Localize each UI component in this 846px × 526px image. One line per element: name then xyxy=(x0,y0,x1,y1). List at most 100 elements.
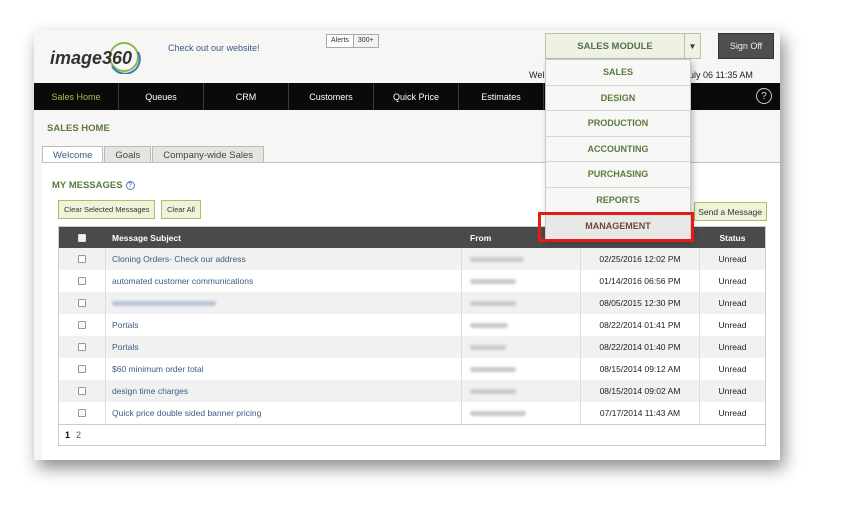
message-date: 02/25/2016 12:02 PM xyxy=(581,248,700,270)
sender-name-redacted xyxy=(462,270,581,292)
nav-customers[interactable]: Customers xyxy=(289,83,374,110)
sign-off-button[interactable]: Sign Off xyxy=(718,33,774,59)
message-subject-link[interactable]: design time charges xyxy=(106,380,462,402)
table-row[interactable]: $60 minimum order total 08/15/2014 09:12… xyxy=(59,358,765,380)
row-checkbox-cell xyxy=(59,380,106,402)
message-subject-link[interactable]: $60 minimum order total xyxy=(106,358,462,380)
message-status: Unread xyxy=(718,364,747,374)
table-row[interactable]: design time charges 08/15/2014 09:02 AM … xyxy=(59,380,765,402)
message-subject-link[interactable]: Portals xyxy=(106,336,462,358)
row-checkbox-cell xyxy=(59,402,106,424)
messages-table: Message Subject From Date/Time Status Cl… xyxy=(58,226,766,446)
message-status: Unread xyxy=(718,254,747,264)
message-subject-link[interactable]: Cloning Orders- Check our address xyxy=(106,248,462,270)
menu-item-reports[interactable]: REPORTS xyxy=(546,187,690,213)
clear-all-button[interactable]: Clear All xyxy=(161,200,201,219)
menu-item-design[interactable]: DESIGN xyxy=(546,85,690,111)
message-status: Unread xyxy=(718,408,747,418)
page-2-link[interactable]: 2 xyxy=(76,430,81,440)
nav-queues[interactable]: Queues xyxy=(119,83,204,110)
message-date: 07/17/2014 11:43 AM xyxy=(581,402,700,424)
image360-logo[interactable]: image360 xyxy=(48,40,144,74)
send-message-button[interactable]: Send a Message xyxy=(694,202,767,221)
message-subject-link[interactable]: Portals xyxy=(106,314,462,336)
message-date: 08/22/2014 01:40 PM xyxy=(581,336,700,358)
row-checkbox[interactable] xyxy=(78,255,86,263)
table-row[interactable]: automated customer communications 01/14/… xyxy=(59,270,765,292)
row-checkbox-cell xyxy=(59,248,106,270)
tab-goals[interactable]: Goals xyxy=(104,146,152,163)
table-row[interactable]: 08/05/2015 12:30 PM Unread xyxy=(59,292,765,314)
screenshot-stage: image360 Check out our website! Alerts 3… xyxy=(0,0,846,526)
nav-quick-price[interactable]: Quick Price xyxy=(374,83,459,110)
sender-name-redacted xyxy=(462,314,581,336)
row-checkbox[interactable] xyxy=(78,409,86,417)
alerts-badge[interactable]: Alerts 300+ xyxy=(326,34,379,48)
subject-redacted xyxy=(112,300,216,306)
table-row[interactable]: Portals 08/22/2014 01:40 PM Unread xyxy=(59,336,765,358)
message-status: Unread xyxy=(718,320,747,330)
message-date: 08/22/2014 01:41 PM xyxy=(581,314,700,336)
table-row[interactable]: Cloning Orders- Check our address 02/25/… xyxy=(59,248,765,270)
alerts-label: Alerts xyxy=(331,37,349,44)
row-checkbox[interactable] xyxy=(78,365,86,373)
row-checkbox[interactable] xyxy=(78,321,86,329)
sender-name-redacted xyxy=(462,402,581,424)
module-select[interactable]: SALES MODULE ▼ xyxy=(545,33,701,59)
column-header-subject[interactable]: Message Subject xyxy=(106,227,462,248)
row-checkbox-cell xyxy=(59,336,106,358)
row-checkbox[interactable] xyxy=(78,387,86,395)
date-time-text: uly 06 11:35 AM xyxy=(689,70,753,80)
row-checkbox-cell xyxy=(59,270,106,292)
row-checkbox[interactable] xyxy=(78,277,86,285)
tab-bar: Welcome Goals Company-wide Sales xyxy=(42,146,265,163)
module-dropdown-menu: SALES DESIGN PRODUCTION ACCOUNTING PURCH… xyxy=(545,59,691,240)
tab-company-wide-sales[interactable]: Company-wide Sales xyxy=(152,146,265,163)
message-date: 08/15/2014 09:02 AM xyxy=(581,380,700,402)
row-checkbox-cell xyxy=(59,292,106,314)
svg-text:image360: image360 xyxy=(50,48,132,68)
message-status: Unread xyxy=(718,342,747,352)
tab-welcome[interactable]: Welcome xyxy=(42,146,104,163)
message-subject-link[interactable] xyxy=(106,292,462,314)
messages-heading: MY MESSAGES ? xyxy=(52,180,135,191)
row-checkbox-cell xyxy=(59,358,106,380)
welcome-text: Wel xyxy=(529,70,545,80)
column-header-status[interactable]: Status xyxy=(700,227,765,248)
message-status: Unread xyxy=(718,386,747,396)
table-row[interactable]: Portals 08/22/2014 01:41 PM Unread xyxy=(59,314,765,336)
menu-item-management[interactable]: MANAGEMENT xyxy=(546,213,690,239)
menu-item-accounting[interactable]: ACCOUNTING xyxy=(546,136,690,162)
message-subject-link[interactable]: Quick price double sided banner pricing xyxy=(106,402,462,424)
select-all-cell xyxy=(59,227,106,248)
clear-selected-button[interactable]: Clear Selected Messages xyxy=(58,200,156,219)
sender-name-redacted xyxy=(462,380,581,402)
message-date: 01/14/2016 06:56 PM xyxy=(581,270,700,292)
menu-item-purchasing[interactable]: PURCHASING xyxy=(546,162,690,188)
sender-name-redacted xyxy=(462,336,581,358)
module-select-value: SALES MODULE xyxy=(577,40,653,52)
row-checkbox[interactable] xyxy=(78,299,86,307)
nav-estimates[interactable]: Estimates xyxy=(459,83,544,110)
page-title: SALES HOME xyxy=(47,123,110,134)
alerts-count: 300+ xyxy=(352,35,378,47)
row-checkbox[interactable] xyxy=(78,343,86,351)
menu-item-sales[interactable]: SALES xyxy=(546,60,690,86)
sender-name-redacted xyxy=(462,292,581,314)
chevron-down-icon[interactable]: ▼ xyxy=(684,34,700,58)
menu-item-production[interactable]: PRODUCTION xyxy=(546,111,690,137)
nav-crm[interactable]: CRM xyxy=(204,83,289,110)
nav-sales-home[interactable]: Sales Home xyxy=(34,83,119,110)
messages-title: MY MESSAGES xyxy=(52,180,123,191)
help-icon[interactable]: ? xyxy=(756,88,772,104)
table-row[interactable]: Quick price double sided banner pricing … xyxy=(59,402,765,424)
website-link[interactable]: Check out our website! xyxy=(168,43,260,53)
message-subject-link[interactable]: automated customer communications xyxy=(106,270,462,292)
help-icon[interactable]: ? xyxy=(125,181,135,190)
sender-name-redacted xyxy=(462,248,581,270)
row-checkbox-cell xyxy=(59,314,106,336)
message-date: 08/05/2015 12:30 PM xyxy=(581,292,700,314)
message-date: 08/15/2014 09:12 AM xyxy=(581,358,700,380)
sender-name-redacted xyxy=(462,358,581,380)
select-all-checkbox[interactable] xyxy=(78,233,86,242)
